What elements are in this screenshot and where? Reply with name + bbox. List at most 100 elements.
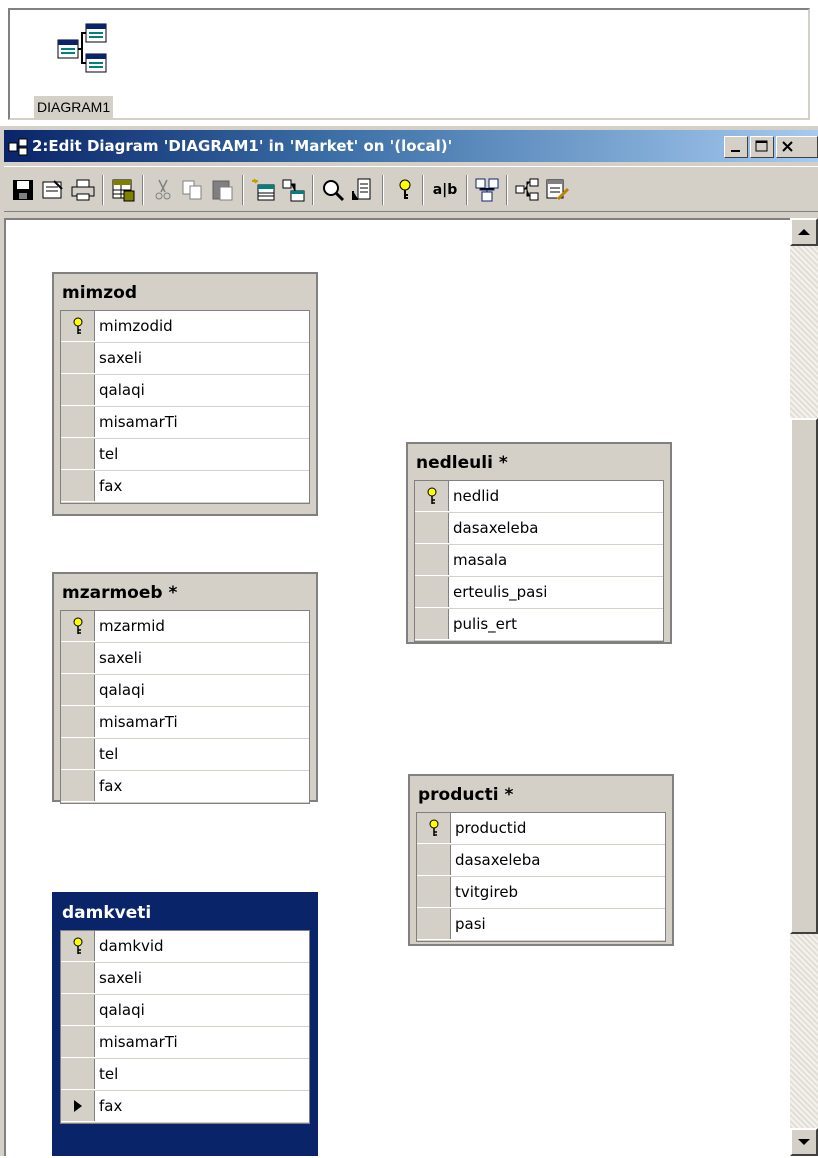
toolbar-separator (506, 175, 508, 205)
cut-button[interactable] (150, 177, 176, 203)
diagram-item-diagram1[interactable]: DIAGRAM1 (34, 22, 144, 118)
window-app-icon[interactable] (8, 137, 28, 161)
table-mimzod[interactable]: mimzod mimzodid saxeli qalaqi misamarTi … (52, 272, 318, 516)
column-row[interactable]: misamarTi (61, 707, 309, 739)
column-row[interactable]: tel (61, 439, 309, 471)
column-name: fax (99, 777, 123, 795)
paste-icon (212, 180, 233, 201)
column-row[interactable]: damkvid (61, 931, 309, 963)
column-row[interactable]: fax (61, 471, 309, 503)
primary-key-button[interactable] (392, 177, 418, 203)
copy-button[interactable] (180, 177, 206, 203)
current-row-icon (73, 1100, 82, 1112)
add-related-tables-button[interactable] (280, 177, 306, 203)
row-selector[interactable] (417, 909, 451, 939)
relationship-button[interactable] (514, 177, 540, 203)
save-button[interactable] (10, 177, 36, 203)
column-row[interactable]: qalaqi (61, 375, 309, 407)
scroll-thumb[interactable] (790, 418, 818, 934)
column-row[interactable]: saxeli (61, 643, 309, 675)
layout-icon (352, 178, 371, 200)
column-row[interactable]: dasaxeleba (415, 513, 663, 545)
column-row[interactable]: pulis_ert (415, 609, 663, 641)
row-selector[interactable] (61, 1027, 95, 1057)
column-row[interactable]: dasaxeleba (417, 845, 665, 877)
column-row[interactable]: qalaqi (61, 995, 309, 1027)
table-mzarmoeb[interactable]: mzarmoeb * mzarmid saxeli qalaqi misamar… (52, 572, 318, 804)
row-selector[interactable] (61, 707, 95, 737)
row-selector[interactable] (61, 407, 95, 437)
row-selector[interactable] (417, 877, 451, 907)
row-selector[interactable] (61, 995, 95, 1025)
row-selector[interactable] (61, 1091, 95, 1121)
diagram-icon (56, 22, 112, 82)
minimize-button[interactable] (724, 136, 748, 158)
new-table-button[interactable] (250, 177, 276, 203)
row-selector[interactable] (61, 611, 95, 641)
row-selector[interactable] (415, 577, 449, 607)
table-nedleuli[interactable]: nedleuli * nedlid dasaxeleba masala erte… (406, 442, 672, 644)
column-row[interactable]: tel (61, 1059, 309, 1091)
column-row[interactable]: masala (415, 545, 663, 577)
table-name-button[interactable]: a|b (430, 177, 460, 203)
row-selector[interactable] (61, 675, 95, 705)
relationship-icon (515, 178, 539, 201)
column-row[interactable]: misamarTi (61, 1027, 309, 1059)
paste-button[interactable] (210, 177, 236, 203)
column-row[interactable]: qalaqi (61, 675, 309, 707)
show-table-button[interactable] (110, 177, 136, 203)
column-row[interactable]: fax (61, 771, 309, 803)
column-row[interactable]: mimzodid (61, 311, 309, 343)
row-selector[interactable] (61, 963, 95, 993)
column-name: dasaxeleba (453, 519, 539, 537)
diagram-canvas[interactable]: mimzod mimzodid saxeli qalaqi misamarTi … (4, 218, 790, 1156)
column-row[interactable]: nedlid (415, 481, 663, 513)
row-selector[interactable] (61, 771, 95, 801)
column-row[interactable]: misamarTi (61, 407, 309, 439)
table-damkveti[interactable]: damkveti damkvid saxeli qalaqi misamarTi… (52, 892, 318, 1156)
add-table-icon (282, 179, 305, 202)
row-selector[interactable] (61, 343, 95, 373)
row-selector[interactable] (415, 513, 449, 543)
column-row[interactable]: saxeli (61, 963, 309, 995)
row-selector[interactable] (415, 609, 449, 639)
edit-notes-button[interactable] (544, 177, 570, 203)
row-selector[interactable] (61, 739, 95, 769)
table-producti[interactable]: producti * productid dasaxeleba tvitgire… (408, 774, 674, 946)
window-title-bar[interactable]: 2:Edit Diagram 'DIAGRAM1' in 'Market' on… (4, 130, 818, 162)
row-selector[interactable] (61, 439, 95, 469)
properties-button[interactable] (40, 177, 66, 203)
row-selector[interactable] (417, 845, 451, 875)
column-row[interactable]: productid (417, 813, 665, 845)
arrange-tables-button[interactable] (474, 177, 500, 203)
column-row[interactable]: fax (61, 1091, 309, 1123)
column-row[interactable]: tel (61, 739, 309, 771)
layout-selection-button[interactable] (350, 177, 376, 203)
scroll-down-button[interactable] (790, 1128, 818, 1156)
print-button[interactable] (70, 177, 96, 203)
maximize-button[interactable] (750, 136, 774, 158)
row-selector[interactable] (415, 481, 449, 511)
row-selector[interactable] (61, 643, 95, 673)
column-row[interactable]: saxeli (61, 343, 309, 375)
column-row[interactable]: erteulis_pasi (415, 577, 663, 609)
row-selector[interactable] (61, 471, 95, 501)
column-row[interactable]: tvitgireb (417, 877, 665, 909)
row-selector[interactable] (61, 1059, 95, 1089)
copy-icon (182, 180, 202, 200)
row-selector[interactable] (417, 813, 451, 843)
column-grid: productid dasaxeleba tvitgireb pasi (416, 812, 666, 942)
row-selector[interactable] (61, 931, 95, 961)
row-selector[interactable] (415, 545, 449, 575)
close-button[interactable] (776, 136, 818, 158)
column-grid: mzarmid saxeli qalaqi misamarTi tel fax (60, 610, 310, 804)
toolbar-separator (142, 175, 144, 205)
column-row[interactable]: mzarmid (61, 611, 309, 643)
column-row[interactable]: pasi (417, 909, 665, 941)
scroll-up-button[interactable] (790, 218, 818, 246)
row-selector[interactable] (61, 375, 95, 405)
primary-key-icon (429, 819, 438, 836)
zoom-button[interactable] (320, 177, 346, 203)
vertical-scrollbar[interactable] (790, 218, 818, 1156)
row-selector[interactable] (61, 311, 95, 341)
